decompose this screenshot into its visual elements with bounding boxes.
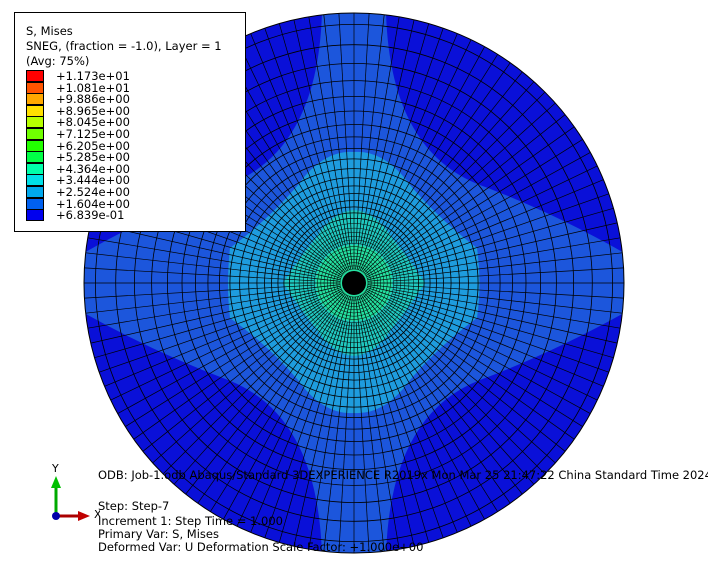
axis-triad: Y X xyxy=(51,462,100,521)
increment-info: Increment 1: Step Time = 1.000 xyxy=(98,514,283,528)
legend-section-point: SNEG, (fraction = -1.0), Layer = 1 xyxy=(26,39,222,53)
primary-var-info: Primary Var: S, Mises xyxy=(98,527,219,541)
legend-swatch xyxy=(26,186,44,198)
legend-swatch xyxy=(26,93,44,106)
legend-swatch xyxy=(26,174,44,187)
triad-y-label: Y xyxy=(51,462,59,475)
legend-value: +6.839e-01 xyxy=(56,208,125,223)
legend-swatch xyxy=(26,209,44,222)
legend-swatch xyxy=(26,104,44,117)
legend-title: S, Mises xyxy=(26,24,73,38)
legend-swatch xyxy=(26,116,44,129)
step-info: Step: Step-7 xyxy=(98,499,170,513)
legend-averaging: (Avg: 75%) xyxy=(26,54,90,68)
legend-swatch xyxy=(26,81,44,94)
deformed-var-info: Deformed Var: U Deformation Scale Factor… xyxy=(98,540,424,554)
legend-swatch xyxy=(26,70,44,82)
legend-swatch xyxy=(26,139,44,152)
triad-x-label: X xyxy=(94,508,100,521)
center-node-cluster xyxy=(342,271,366,295)
odb-info: ODB: Job-1.odb Abaqus/Standard 3DEXPERIE… xyxy=(98,468,708,482)
legend-swatch xyxy=(26,162,44,175)
triad-origin-dot xyxy=(52,512,60,520)
legend-swatch xyxy=(26,197,44,210)
legend-swatch xyxy=(26,151,44,164)
legend-swatch xyxy=(26,128,44,140)
legend-entry: +6.839e-01 xyxy=(26,208,125,223)
